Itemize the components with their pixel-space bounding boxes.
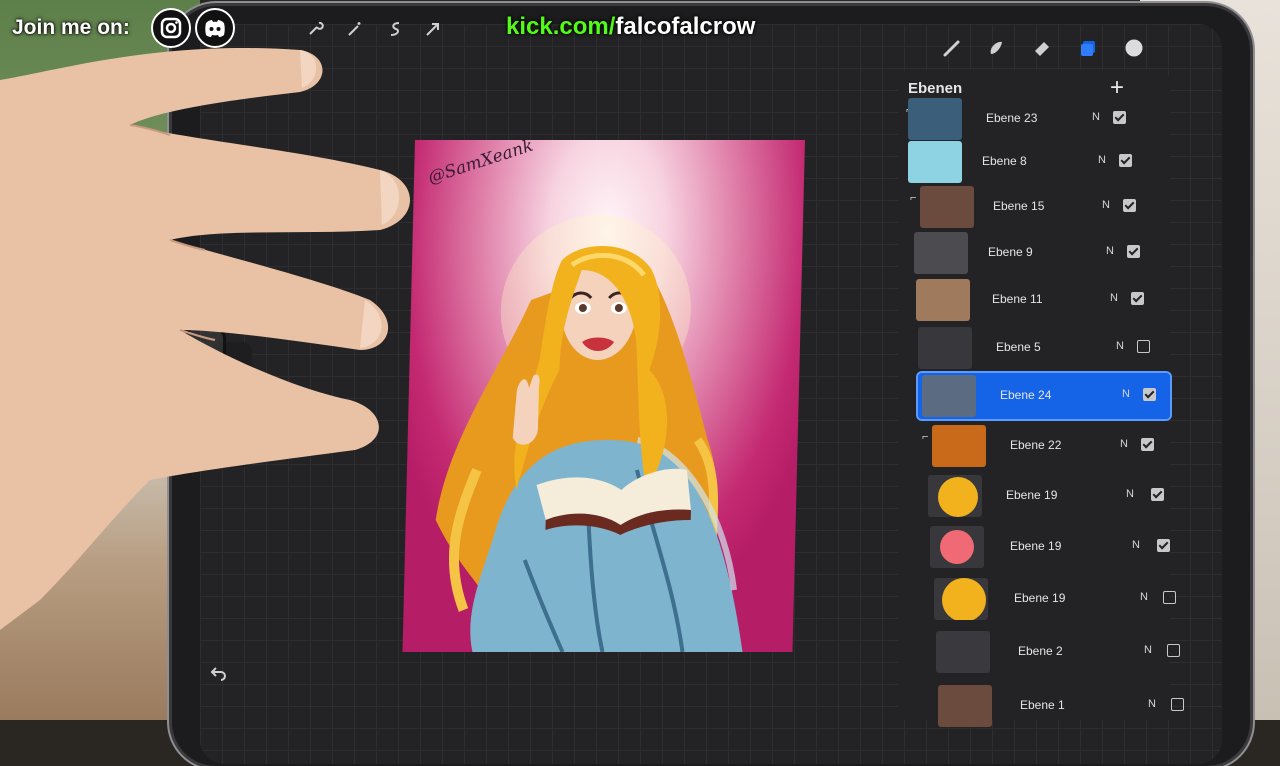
magic-wand-icon[interactable]: [346, 20, 364, 38]
layer-name: Ebene 15: [993, 199, 1045, 213]
layer-name: Ebene 19: [1010, 539, 1062, 553]
blend-mode[interactable]: N: [1098, 154, 1106, 166]
undo-icon[interactable]: [210, 664, 228, 687]
layer-visibility-checkbox[interactable]: [1137, 340, 1150, 353]
blend-mode[interactable]: N: [1120, 438, 1128, 450]
kick-domain: kick.com/: [506, 13, 616, 40]
layer-row[interactable]: Ebene 19 N: [924, 473, 1174, 519]
layer-thumbnail: [928, 475, 982, 517]
smudge-icon[interactable]: [986, 38, 1006, 58]
layer-thumbnail: [936, 631, 990, 673]
background-window: [0, 0, 200, 720]
layer-name: Ebene 1: [1020, 698, 1065, 712]
blend-mode[interactable]: N: [1132, 539, 1140, 551]
layers-icon[interactable]: [1078, 38, 1098, 58]
layer-row[interactable]: Ebene 5 N: [914, 325, 1158, 371]
blend-mode[interactable]: N: [1110, 292, 1118, 304]
slider-knob[interactable]: [224, 377, 248, 389]
layer-thumbnail: [916, 279, 970, 321]
layers-panel-title: Ebenen: [908, 80, 963, 97]
blend-mode[interactable]: N: [1122, 388, 1130, 400]
brush-icon[interactable]: [942, 38, 962, 58]
layer-row[interactable]: Ebene 11 N: [912, 277, 1154, 323]
layer-visibility-checkbox[interactable]: [1113, 111, 1126, 124]
blend-mode[interactable]: N: [1140, 591, 1148, 603]
layer-thumbnail: [938, 685, 992, 727]
layer-visibility-checkbox[interactable]: [1163, 591, 1176, 604]
layer-thumbnail: [920, 186, 974, 228]
layer-thumbnail: [934, 578, 988, 620]
layer-name: Ebene 2: [1018, 644, 1063, 658]
layer-row[interactable]: Ebene 8 N: [904, 139, 1144, 185]
layer-visibility-checkbox[interactable]: [1167, 644, 1180, 657]
layer-name: Ebene 8: [982, 154, 1027, 168]
kick-username: falcofalcrow: [615, 13, 756, 40]
layer-name: Ebene 9: [988, 245, 1033, 259]
layer-row[interactable]: Ebene 2 N: [932, 629, 1182, 675]
eraser-icon[interactable]: [1032, 38, 1052, 58]
layer-row[interactable]: Ebene 19 N: [926, 524, 1176, 570]
blend-mode[interactable]: N: [1144, 644, 1152, 656]
layer-visibility-checkbox[interactable]: [1123, 199, 1136, 212]
blend-mode[interactable]: N: [1102, 199, 1110, 211]
modify-button[interactable]: [184, 325, 226, 393]
layer-thumbnail: [908, 141, 962, 183]
wrench-icon[interactable]: [306, 20, 324, 38]
layer-visibility-checkbox[interactable]: [1131, 292, 1144, 305]
layer-row[interactable]: Ebene 1 N: [934, 683, 1184, 729]
canvas-artwork[interactable]: @SamXeank: [402, 140, 805, 652]
instagram-icon[interactable]: [151, 8, 191, 48]
selection-icon[interactable]: [386, 20, 404, 38]
layer-thumbnail: [922, 375, 976, 417]
layer-thumbnail: [932, 425, 986, 467]
layer-row-active[interactable]: Ebene 24 N: [916, 371, 1172, 421]
blend-mode[interactable]: N: [1126, 488, 1134, 500]
layer-thumbnail: [908, 98, 962, 140]
clipping-mask-icon: ⌐: [922, 431, 929, 443]
layer-visibility-checkbox[interactable]: [1157, 539, 1170, 552]
clipping-mask-icon: ⌐: [910, 192, 917, 204]
layer-name: Ebene 19: [1006, 488, 1058, 502]
blend-mode[interactable]: N: [1092, 111, 1100, 123]
layer-visibility-checkbox[interactable]: [1127, 245, 1140, 258]
layer-name: Ebene 23: [986, 111, 1038, 125]
join-me-label: Join me on:: [12, 16, 130, 39]
color-icon[interactable]: [1124, 38, 1144, 58]
layer-visibility-checkbox[interactable]: [1141, 438, 1154, 451]
kick-channel-link[interactable]: kick.com/falcofalcrow: [506, 13, 755, 41]
layer-name: Ebene 5: [996, 340, 1041, 354]
artwork-illustration: [435, 215, 743, 652]
layer-row[interactable]: Ebene 19 N: [930, 576, 1180, 622]
layer-thumbnail: [930, 526, 984, 568]
blend-mode[interactable]: N: [1106, 245, 1114, 257]
layer-row[interactable]: ⌐ Ebene 22 N: [920, 423, 1168, 469]
blend-mode[interactable]: N: [1116, 340, 1124, 352]
layer-visibility-checkbox[interactable]: [1119, 154, 1132, 167]
layer-name: Ebene 22: [1010, 438, 1062, 452]
layer-visibility-checkbox[interactable]: [1171, 698, 1184, 711]
layer-name: Ebene 24: [1000, 388, 1052, 402]
layer-thumbnail: [914, 232, 968, 274]
layer-visibility-checkbox[interactable]: [1151, 488, 1164, 501]
layer-visibility-checkbox[interactable]: [1143, 388, 1156, 401]
transform-arrow-icon[interactable]: [424, 20, 442, 38]
discord-icon[interactable]: [195, 8, 235, 48]
blend-mode[interactable]: N: [1148, 698, 1156, 710]
layer-name: Ebene 19: [1014, 591, 1066, 605]
layer-row[interactable]: ⌐ Ebene 23 N: [904, 96, 1140, 142]
layer-row[interactable]: Ebene 9 N: [910, 230, 1150, 276]
layer-thumbnail: [918, 327, 972, 369]
layer-name: Ebene 11: [992, 292, 1043, 306]
layer-row[interactable]: ⌐ Ebene 15 N: [910, 184, 1148, 230]
